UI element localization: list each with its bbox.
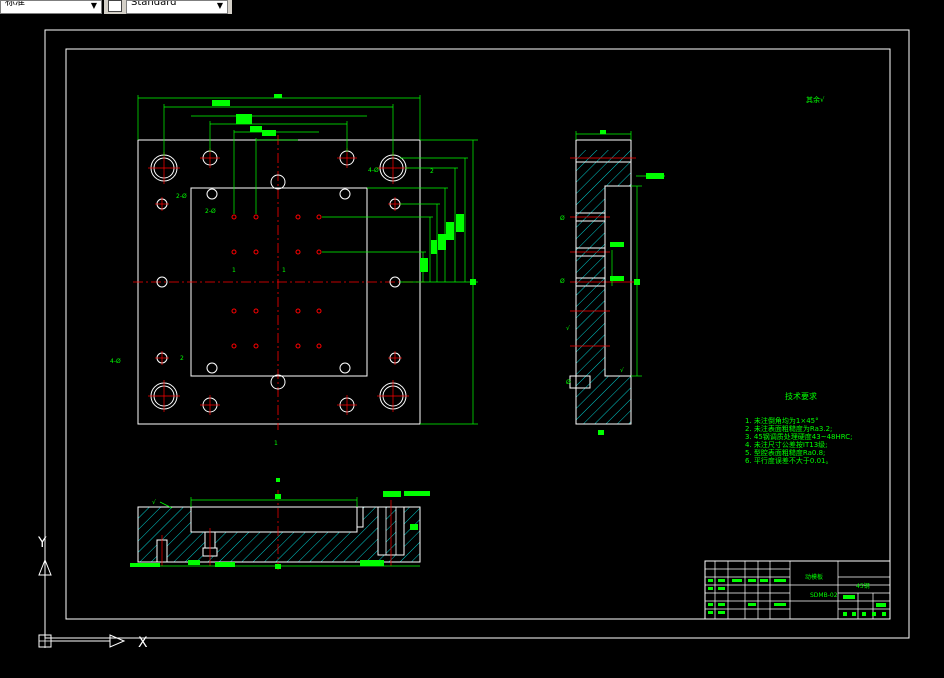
title-block[interactable]: 动模板 SDMB-02 45钢	[704, 560, 891, 620]
material-label: 45钢	[856, 582, 870, 590]
part-name: 动模板	[805, 573, 823, 581]
toolbar: 标准 ▼ Standard ▼	[0, 0, 944, 14]
tech-line-3: 3. 45钢调质处理硬度43~48HRC;	[745, 432, 853, 441]
tech-line-1: 1. 未注倒角均为1×45°	[745, 416, 819, 425]
ucs-y-label: Y	[37, 535, 47, 551]
ucs-icon: Y X	[37, 535, 148, 651]
front-section[interactable]: √	[130, 478, 430, 570]
svg-text:4-Ø: 4-Ø	[110, 358, 121, 365]
chevron-down-icon: ▼	[90, 1, 97, 10]
svg-text:Ø: Ø	[560, 215, 565, 222]
svg-text:√: √	[152, 499, 156, 506]
svg-text:1: 1	[282, 267, 286, 274]
tech-line-4: 4. 未注尺寸公差按IT13级;	[745, 440, 828, 449]
roughness-note: 其余√	[806, 95, 825, 104]
top-view[interactable]: 2-Ø 2-Ø 4-Ø 1 1 2 4-Ø 1 2	[110, 94, 478, 447]
ucs-x-label: X	[138, 635, 148, 651]
svg-text:2-Ø: 2-Ø	[205, 208, 216, 215]
drawing-number: SDMB-02	[810, 592, 838, 599]
tech-title: 技术要求	[785, 391, 817, 401]
tech-line-6: 6. 平行度误差不大于0.01。	[745, 456, 833, 465]
text-style-combo[interactable]: 标准 ▼	[0, 0, 102, 14]
svg-text:2: 2	[430, 168, 434, 175]
text-style-value: 标准	[5, 0, 25, 8]
svg-text:1: 1	[274, 440, 278, 447]
drawing-canvas[interactable]: 2-Ø 2-Ø 4-Ø 1 1 2 4-Ø 1 2 Ø Ø √ Ø √ √ 技术…	[0, 14, 944, 678]
svg-text:√: √	[566, 325, 570, 332]
svg-text:Ø: Ø	[566, 379, 571, 386]
svg-text:2: 2	[180, 355, 184, 362]
svg-text:4-Ø: 4-Ø	[368, 167, 379, 174]
tech-requirements: 技术要求 1. 未注倒角均为1×45° 2. 未注表面粗糙度为Ra3.2; 3.…	[745, 391, 853, 465]
dim-style-icon[interactable]	[108, 0, 122, 12]
dim-style-combo[interactable]: Standard ▼	[126, 0, 228, 14]
svg-text:Ø: Ø	[560, 278, 565, 285]
dim-style-value: Standard	[131, 0, 177, 8]
svg-text:1: 1	[232, 267, 236, 274]
svg-text:2-Ø: 2-Ø	[176, 193, 187, 200]
side-view[interactable]: Ø Ø √ Ø √	[560, 130, 665, 435]
tech-line-2: 2. 未注表面粗糙度为Ra3.2;	[745, 424, 832, 433]
svg-text:√: √	[620, 367, 624, 374]
tech-line-5: 5. 型腔表面粗糙度Ra0.8;	[745, 448, 825, 457]
chevron-down-icon: ▼	[216, 1, 223, 10]
